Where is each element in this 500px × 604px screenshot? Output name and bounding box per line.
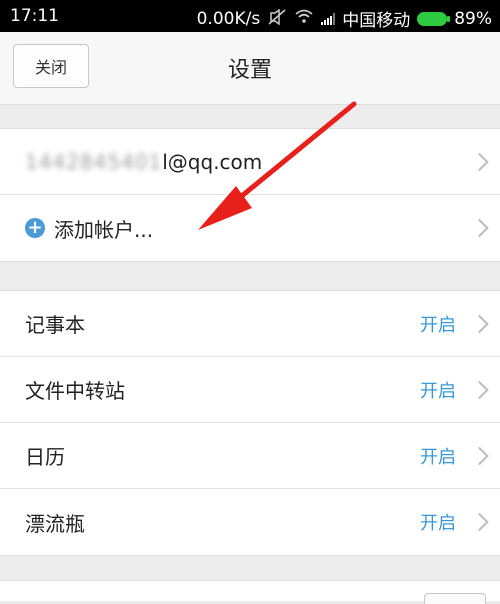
partial-button (424, 593, 486, 604)
chevron-right-icon (470, 446, 489, 465)
chevron-right-icon (470, 512, 489, 532)
status-right: 0.00K/s 中国移动 89% (197, 6, 492, 31)
feature-label: 日历 (25, 445, 65, 469)
feature-status: 开启 (420, 446, 456, 468)
feature-label: 文件中转站 (25, 379, 125, 403)
add-account-label: 添加帐户... (54, 217, 154, 242)
feature-row-file-transfer[interactable]: 文件中转站 开启 (0, 357, 500, 423)
feature-row-drift-bottle[interactable]: 漂流瓶 开启 (0, 489, 500, 555)
chevron-right-icon (470, 380, 489, 399)
add-account-row[interactable]: + 添加帐户... (0, 195, 500, 261)
mute-icon (267, 8, 287, 29)
wifi-icon (294, 8, 314, 29)
features-group: 记事本 开启 文件中转站 开启 日历 开启 漂流瓶 开启 (0, 290, 500, 556)
signal-icon (321, 12, 336, 25)
feature-label: 记事本 (25, 313, 85, 337)
header-bar: 关闭 设置 (0, 32, 500, 105)
battery-level: 89% (454, 8, 492, 29)
feature-status: 开启 (420, 314, 456, 336)
status-time: 17:11 (10, 6, 59, 26)
chevron-right-icon (470, 218, 489, 238)
page-title: 设置 (227, 58, 272, 83)
accounts-group: 1442845401 l@qq.com + 添加帐户... (0, 128, 500, 262)
feature-status: 开启 (420, 380, 456, 402)
feature-row-calendar[interactable]: 日历 开启 (0, 423, 500, 489)
email-suffix: l@qq.com (162, 149, 263, 174)
feature-status: 开启 (420, 513, 456, 534)
feature-row-notepad[interactable]: 记事本 开启 (0, 291, 500, 357)
chevron-right-icon (470, 152, 489, 171)
network-speed: 0.00K/s (196, 8, 261, 29)
account-row[interactable]: 1442845401 l@qq.com (0, 129, 500, 195)
email-redacted: 1442845401 (25, 149, 163, 174)
status-bar: 17:11 0.00K/s 中国移动 89% (0, 0, 500, 32)
carrier-name: 中国移动 (342, 11, 411, 31)
plus-circle-icon: + (25, 218, 45, 238)
feature-label: 漂流瓶 (25, 511, 85, 536)
battery-icon (417, 11, 451, 26)
bottom-partial-row (0, 580, 500, 604)
chevron-right-icon (470, 314, 489, 333)
